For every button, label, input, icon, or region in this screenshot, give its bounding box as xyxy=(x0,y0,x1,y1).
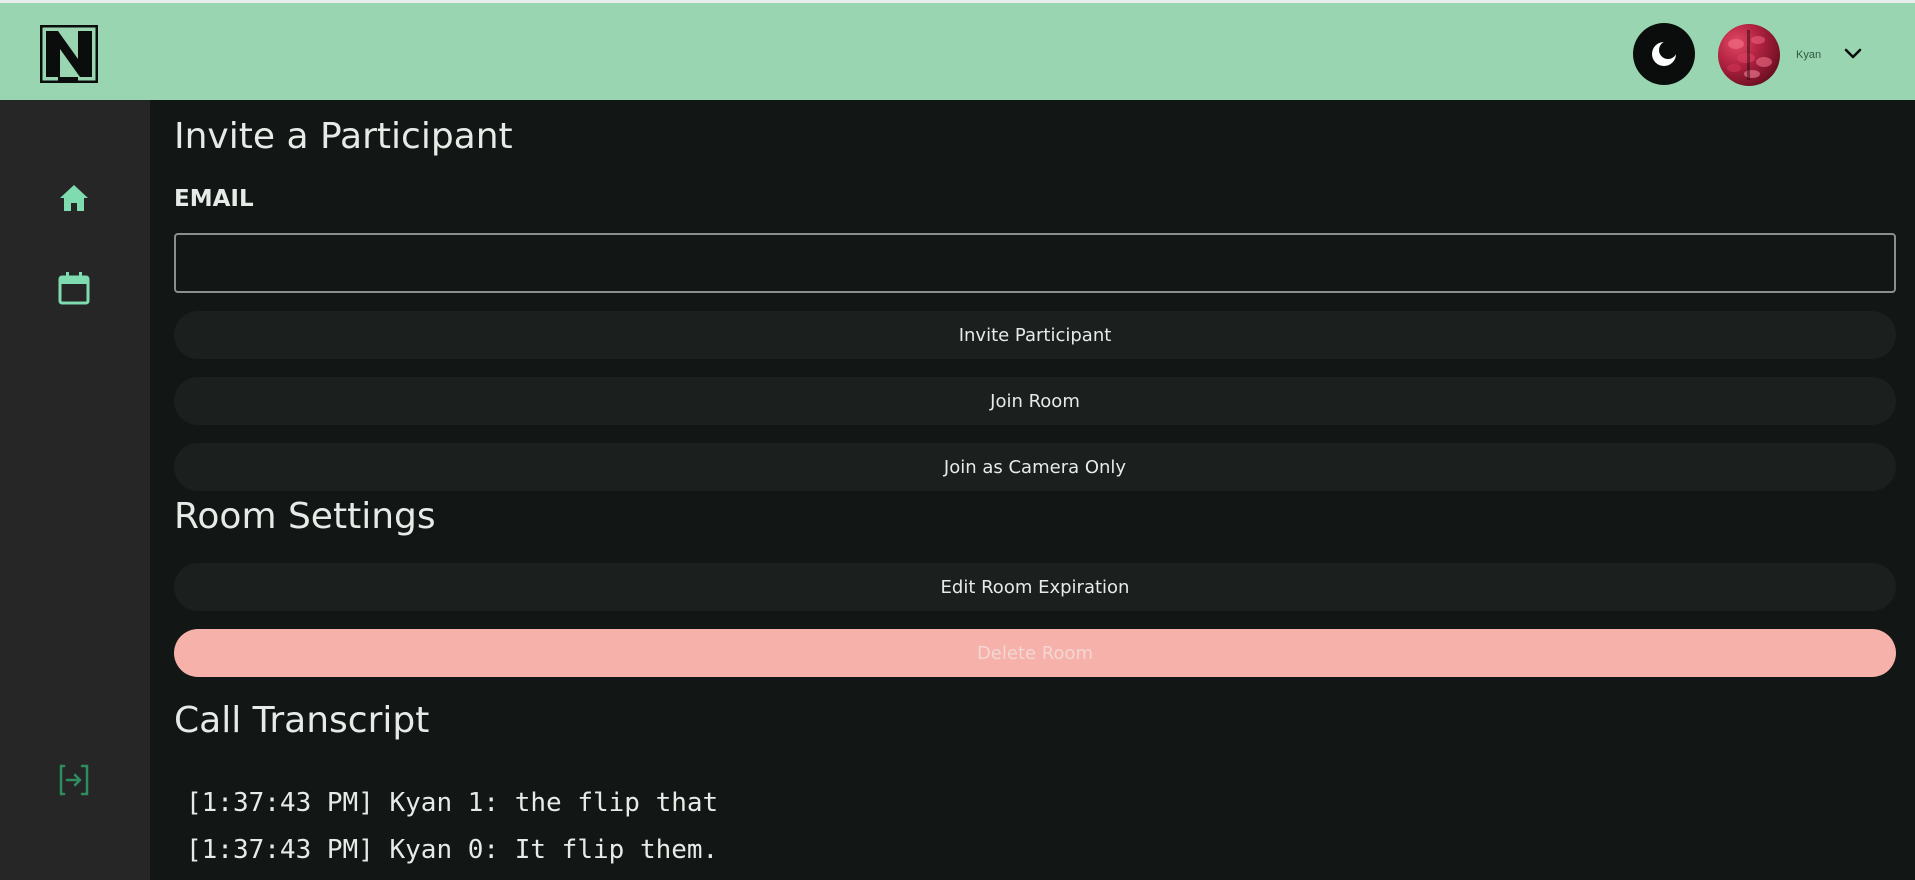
delete-room-button[interactable]: Delete Room xyxy=(174,629,1896,677)
n-logo-icon[interactable] xyxy=(40,25,98,83)
home-icon[interactable] xyxy=(56,180,92,216)
invite-heading: Invite a Participant xyxy=(174,116,513,157)
transcript-line: [1:37:43 PM] Kyan 0: It flip them. xyxy=(186,835,719,865)
email-field[interactable] xyxy=(174,233,1896,293)
transcript-log: [1:37:43 PM] Kyan 1: the flip that [1:37… xyxy=(186,780,1886,880)
join-room-button[interactable]: Join Room xyxy=(174,377,1896,425)
email-label: EMAIL xyxy=(174,186,254,212)
top-bar: Kyan xyxy=(0,0,1915,100)
call-transcript-heading: Call Transcript xyxy=(174,700,430,741)
user-avatar[interactable] xyxy=(1718,24,1780,86)
invite-participant-button[interactable]: Invite Participant xyxy=(174,311,1896,359)
chevron-down-icon[interactable] xyxy=(1842,43,1864,65)
sidebar xyxy=(0,100,150,880)
logout-icon[interactable] xyxy=(56,762,92,798)
join-camera-only-button[interactable]: Join as Camera Only xyxy=(174,443,1896,491)
user-name: Kyan xyxy=(1796,49,1822,61)
calendar-icon[interactable] xyxy=(56,270,92,306)
theme-toggle-button[interactable] xyxy=(1633,23,1695,85)
transcript-line: [1:37:43 PM] Kyan 1: the flip that xyxy=(186,788,719,818)
avatar-image xyxy=(1727,30,1772,80)
room-settings-heading: Room Settings xyxy=(174,496,436,537)
moon-icon xyxy=(1652,41,1677,66)
edit-room-expiration-button[interactable]: Edit Room Expiration xyxy=(174,563,1896,611)
